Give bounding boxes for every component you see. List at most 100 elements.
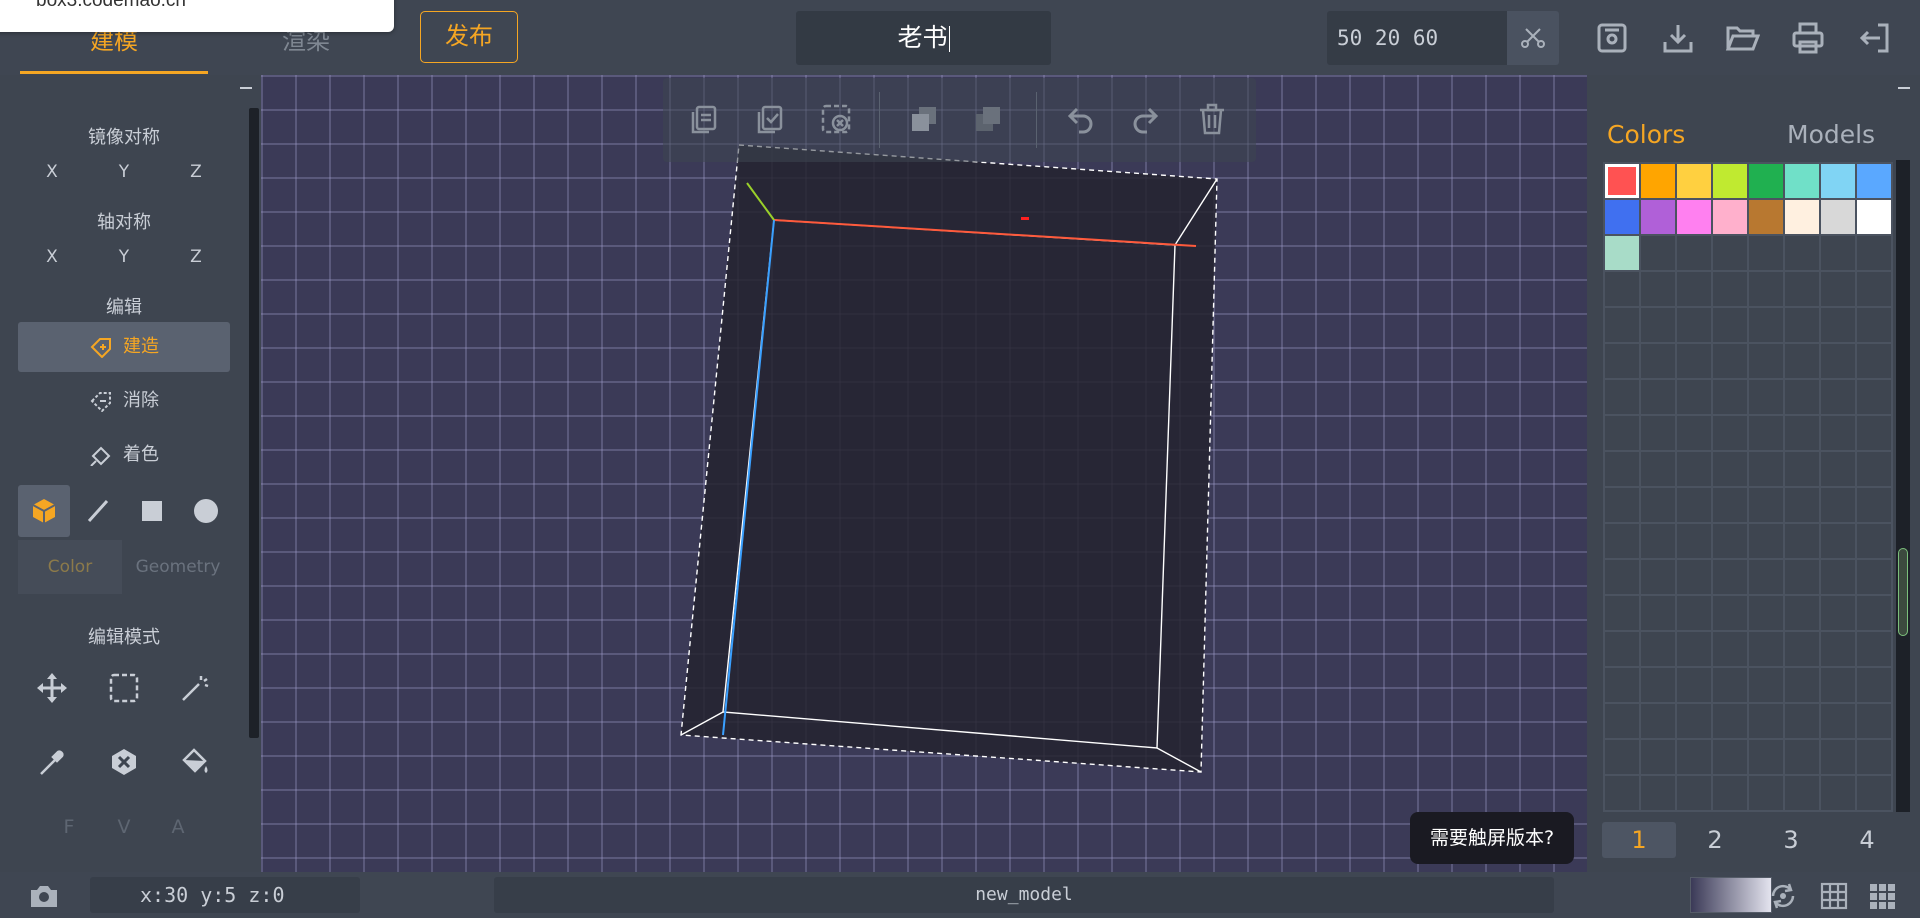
mirror-y-button[interactable]: Y	[89, 162, 159, 182]
color-swatch[interactable]	[1641, 200, 1675, 234]
tab-colors[interactable]: Colors	[1607, 120, 1685, 149]
box-volume	[681, 145, 1217, 772]
url-text: box3.codemao.cn	[36, 0, 186, 11]
undo-icon[interactable]	[1063, 102, 1097, 136]
paint-tool-button[interactable]: 着色	[18, 430, 230, 480]
square-icon	[142, 501, 162, 521]
line-icon	[87, 499, 109, 523]
color-swatch[interactable]	[1857, 200, 1891, 234]
color-swatch[interactable]	[1785, 164, 1819, 198]
layer-back-icon[interactable]	[907, 102, 941, 136]
print-icon[interactable]	[1790, 20, 1826, 56]
toolbar-separator	[879, 92, 880, 148]
color-swatch[interactable]	[1713, 200, 1747, 234]
color-swatch[interactable]	[1677, 200, 1711, 234]
faded-f-button[interactable]: F	[49, 816, 89, 838]
camera-icon[interactable]	[28, 880, 60, 912]
palette-page-1[interactable]: 1	[1602, 822, 1676, 858]
eyedropper-icon	[40, 750, 64, 775]
axis-symmetry-title: 轴对称	[97, 212, 151, 233]
build-tool-button[interactable]: 建造	[18, 322, 230, 372]
color-swatch[interactable]	[1605, 236, 1639, 270]
color-swatch[interactable]	[1821, 164, 1855, 198]
open-folder-icon[interactable]	[1724, 20, 1760, 56]
dimensions-input[interactable]: 50 20 60	[1327, 11, 1507, 65]
build-label: 建造	[123, 336, 159, 357]
collapse-left-icon[interactable]	[236, 80, 256, 96]
move-mode-button[interactable]	[26, 662, 78, 714]
left-scrollbar[interactable]	[249, 108, 259, 738]
publish-button[interactable]: 发布	[420, 11, 518, 63]
hex-remove-mode-button[interactable]	[98, 736, 150, 788]
color-swatch[interactable]	[1857, 164, 1891, 198]
scissors-button[interactable]	[1507, 11, 1559, 65]
color-swatch[interactable]	[1785, 200, 1819, 234]
axis-z-button[interactable]: Z	[161, 247, 231, 267]
shape-circle-button[interactable]	[180, 485, 232, 537]
mirror-symmetry-title: 镜像对称	[88, 127, 160, 148]
model-name-field[interactable]: new_model	[494, 877, 1554, 913]
touch-version-tooltip[interactable]: 需要触屏版本?	[1410, 812, 1574, 864]
redo-icon[interactable]	[1129, 102, 1163, 136]
hex-remove-icon	[112, 749, 136, 775]
color-swatch[interactable]	[1605, 200, 1639, 234]
background-gradient-swatch[interactable]	[1690, 877, 1772, 913]
paint-label: 着色	[123, 444, 159, 465]
shape-cube-button[interactable]	[18, 485, 70, 537]
mirror-x-button[interactable]: X	[17, 162, 87, 182]
tab-color[interactable]: Color	[18, 540, 122, 594]
right-scrollbar-thumb[interactable]	[1898, 548, 1908, 636]
collapse-right-icon[interactable]	[1894, 80, 1914, 96]
toolbar-separator	[1036, 92, 1037, 148]
axis-x-button[interactable]: X	[17, 247, 87, 267]
build-icon	[90, 338, 111, 359]
mirror-z-button[interactable]: Z	[161, 162, 231, 182]
erase-icon	[90, 392, 111, 413]
eyedropper-mode-button[interactable]	[26, 736, 78, 788]
magic-wand-mode-button[interactable]	[168, 662, 220, 714]
axis-y-button[interactable]: Y	[89, 247, 159, 267]
color-swatch[interactable]	[1641, 164, 1675, 198]
scissors-icon	[1521, 28, 1545, 48]
edit-toolbar	[663, 78, 1256, 162]
erase-tool-button[interactable]: 消除	[18, 376, 230, 426]
exit-icon[interactable]	[1856, 20, 1892, 56]
palette-page-4[interactable]: 4	[1830, 822, 1904, 858]
model-title-text: 老书	[897, 23, 948, 52]
download-icon[interactable]	[1660, 20, 1696, 56]
color-swatch[interactable]	[1713, 164, 1747, 198]
model-title-input[interactable]: 老书	[796, 11, 1051, 65]
edit-mode-title: 编辑模式	[88, 627, 160, 648]
paint-bucket-mode-button[interactable]	[168, 736, 220, 788]
shape-line-button[interactable]	[72, 485, 124, 537]
save-icon[interactable]	[1594, 20, 1630, 56]
tab-models[interactable]: Models	[1787, 120, 1875, 149]
right-scrollbar[interactable]	[1896, 160, 1910, 812]
shape-square-button[interactable]	[126, 485, 178, 537]
color-swatch[interactable]	[1605, 164, 1639, 198]
clear-selection-icon[interactable]	[819, 102, 853, 136]
erase-label: 消除	[123, 390, 159, 411]
faded-v-button[interactable]: V	[104, 816, 144, 838]
color-swatch[interactable]	[1749, 164, 1783, 198]
color-swatch[interactable]	[1749, 200, 1783, 234]
tab-geometry[interactable]: Geometry	[126, 540, 230, 594]
faded-a-button[interactable]: A	[158, 816, 198, 838]
palette-page-3[interactable]: 3	[1754, 822, 1828, 858]
copy-icon[interactable]	[687, 102, 721, 136]
palette-page-2[interactable]: 2	[1678, 822, 1752, 858]
move-icon	[37, 673, 67, 703]
grid-icon[interactable]	[1818, 880, 1850, 912]
select-box-mode-button[interactable]	[98, 662, 150, 714]
3d-viewport[interactable]: 需要触屏版本?	[261, 75, 1587, 872]
paste-icon[interactable]	[753, 102, 787, 136]
fine-grid-icon[interactable]	[1866, 880, 1898, 912]
color-swatch[interactable]	[1677, 164, 1711, 198]
cube-icon	[32, 499, 56, 523]
layer-front-icon[interactable]	[971, 102, 1005, 136]
edit-title: 编辑	[106, 297, 142, 318]
cursor-coordinates: x:30 y:5 z:0	[90, 877, 360, 913]
color-swatch[interactable]	[1821, 200, 1855, 234]
delete-icon[interactable]	[1195, 102, 1229, 136]
rotate-view-icon[interactable]	[1767, 880, 1799, 912]
